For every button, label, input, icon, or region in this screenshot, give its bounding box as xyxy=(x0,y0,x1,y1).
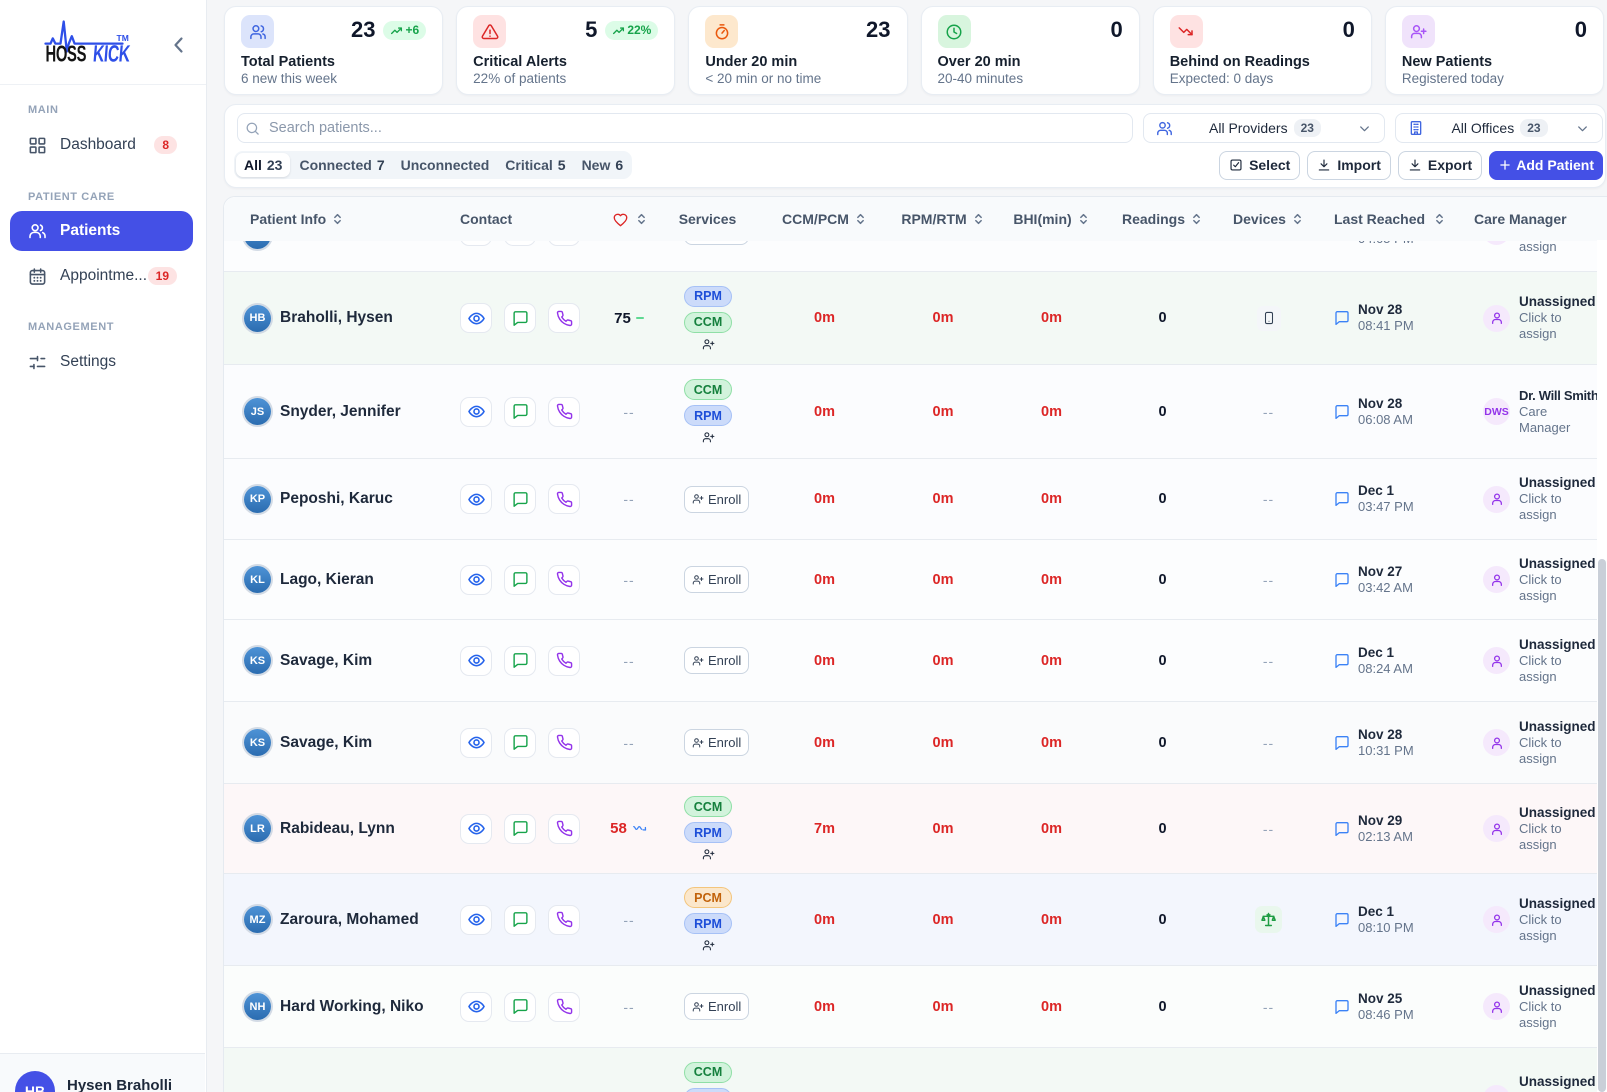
svg-text:KICK: KICK xyxy=(92,41,131,67)
svg-text:HOSS: HOSS xyxy=(46,41,87,67)
